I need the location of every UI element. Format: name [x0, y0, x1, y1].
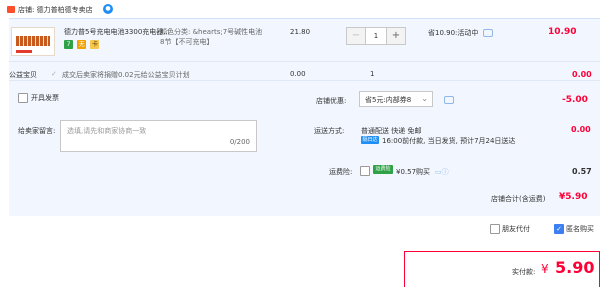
insurance-badge: 运费险 [373, 165, 393, 174]
anonymous-checkbox[interactable]: ✓ [554, 224, 564, 234]
product-badges: 7 无 卡 [64, 40, 101, 49]
message-char-count: 0/200 [229, 138, 250, 146]
next-day-badge: 隔日达 [361, 136, 379, 144]
battery-image [16, 36, 50, 46]
insurance-price-text: ¥0.57购买 [396, 168, 431, 176]
badge-card: 卡 [90, 40, 100, 49]
shop-icon [7, 6, 15, 13]
quantity-stepper: − 1 + [346, 27, 406, 45]
charity-total: 0.00 [572, 70, 592, 79]
discount-chat-icon[interactable] [444, 96, 454, 104]
invoice-checkbox[interactable] [18, 93, 28, 103]
promo-text: 省10.90:活动中 [428, 29, 479, 37]
unit-price: 21.80 [290, 28, 311, 36]
friend-pay-label[interactable]: 朋友代付 [502, 224, 530, 234]
insurance-total: 0.57 [572, 167, 592, 176]
badge-seven-day: 7 [64, 40, 73, 49]
shipping-estimate: 16:00前付款, 当日发货, 预计7月24日送达 [382, 137, 516, 145]
shop-discount-label: 店铺优惠: [316, 97, 347, 105]
store-total-label: 店铺合计(含运费) [491, 195, 546, 203]
product-spec: 颜色分类: &hearts;7号碱性电池 8节【不可充电】 [160, 27, 280, 47]
thumbnail-tag [16, 50, 32, 53]
shop-name[interactable]: 店铺: 德力普柏德专卖店 [18, 5, 93, 15]
row-divider [9, 80, 600, 81]
message-placeholder: 选填,请先和商家协商一致 [67, 127, 147, 135]
spec-line-1: 颜色分类: &hearts;7号碱性电池 [160, 28, 263, 36]
shop-discount-value: 省5元:内部券8 [365, 96, 412, 104]
seller-message-input[interactable]: 选填,请先和商家协商一致 0/200 [60, 120, 257, 152]
wangwang-chat-icon[interactable]: ● [103, 4, 113, 14]
shop-discount-total: -5.00 [562, 95, 588, 105]
promo-info: 省10.90:活动中 [428, 28, 493, 38]
badge-guarantee: 无 [77, 40, 87, 49]
quantity-decrease-button[interactable]: − [347, 28, 366, 44]
payment-label: 实付款: [512, 268, 536, 276]
shop-discount-select[interactable]: 省5元:内部券8 ⌄ [359, 91, 433, 107]
message-label: 给卖家留言: [18, 127, 56, 135]
shipping-total: 0.00 [571, 125, 591, 134]
payment-currency: ¥ [541, 262, 549, 276]
shop-header: 店铺: 德力普柏德专卖店 ● [0, 0, 600, 18]
store-total-value: ¥5.90 [559, 192, 588, 202]
quantity-value[interactable]: 1 [366, 28, 386, 44]
shipping-method: 普通配送 快递 免邮 [361, 127, 422, 135]
anonymous-label[interactable]: 匿名购买 [566, 224, 594, 234]
insurance-info-icon[interactable]: ▭ⓘ [435, 167, 449, 177]
payment-amount: 5.90 [555, 258, 595, 277]
charity-quantity: 1 [370, 70, 375, 78]
promo-chat-icon[interactable] [482, 29, 493, 37]
insurance-label: 运费险: [329, 168, 353, 176]
charity-check-icon: ✓ [51, 70, 57, 78]
charity-description: 成交后卖家将捐赠0.02元给公益宝贝计划 [62, 71, 190, 79]
chevron-down-icon: ⌄ [421, 94, 428, 103]
spec-line-2: 8节【不可充电】 [160, 38, 214, 46]
friend-pay-checkbox[interactable] [490, 224, 500, 234]
charity-price: 0.00 [290, 70, 306, 78]
row-divider [9, 61, 600, 62]
charity-label: 公益宝贝 [9, 71, 37, 79]
product-thumbnail[interactable] [11, 27, 55, 56]
quantity-increase-button[interactable]: + [386, 28, 405, 44]
shipping-label: 运送方式: [314, 127, 345, 135]
insurance-checkbox[interactable] [360, 166, 370, 176]
item-total: 10.90 [548, 27, 577, 37]
invoice-label[interactable]: 开具发票 [31, 93, 59, 103]
